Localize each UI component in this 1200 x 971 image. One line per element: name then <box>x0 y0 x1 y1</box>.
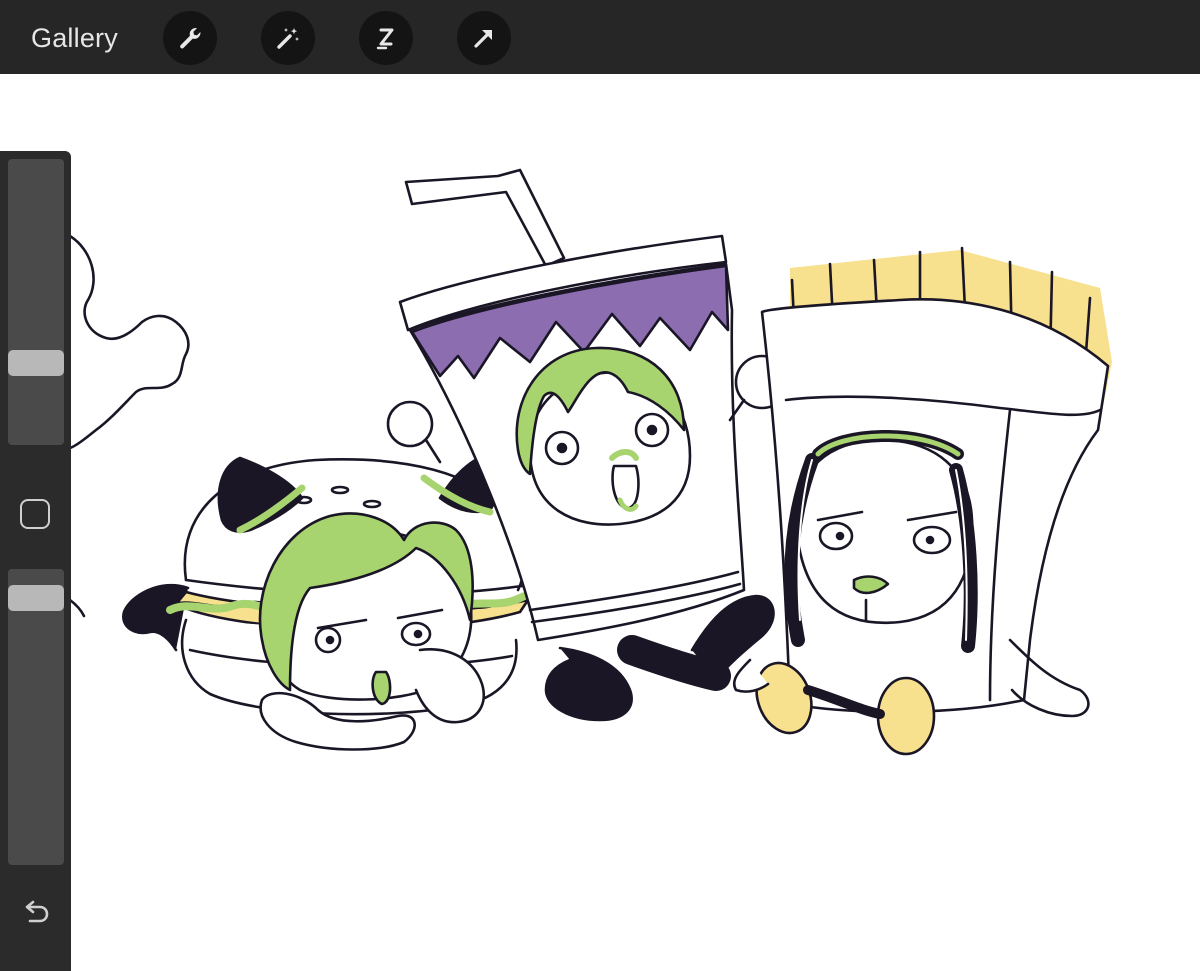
procreate-app: Gallery <box>0 0 1200 971</box>
opacity-slider[interactable] <box>8 569 64 865</box>
undo-button[interactable] <box>18 898 52 932</box>
magic-wand-icon <box>274 24 302 52</box>
brush-size-slider[interactable] <box>8 159 64 445</box>
adjustments-button[interactable] <box>261 11 315 65</box>
side-toolbar <box>0 151 71 971</box>
undo-arrow-icon <box>20 898 50 933</box>
selection-s-icon <box>372 24 400 52</box>
arrow-cursor-icon <box>470 24 498 52</box>
opacity-handle[interactable] <box>8 584 64 611</box>
actions-button[interactable] <box>163 11 217 65</box>
gallery-button[interactable]: Gallery <box>31 20 118 56</box>
brush-size-handle[interactable] <box>8 350 64 376</box>
drawing-canvas[interactable] <box>0 74 1200 971</box>
wrench-icon <box>177 25 203 51</box>
square-icon[interactable] <box>20 499 50 529</box>
transform-button[interactable] <box>457 11 511 65</box>
selection-button[interactable] <box>359 11 413 65</box>
artwork <box>68 168 1112 756</box>
top-toolbar: Gallery <box>0 0 1200 74</box>
